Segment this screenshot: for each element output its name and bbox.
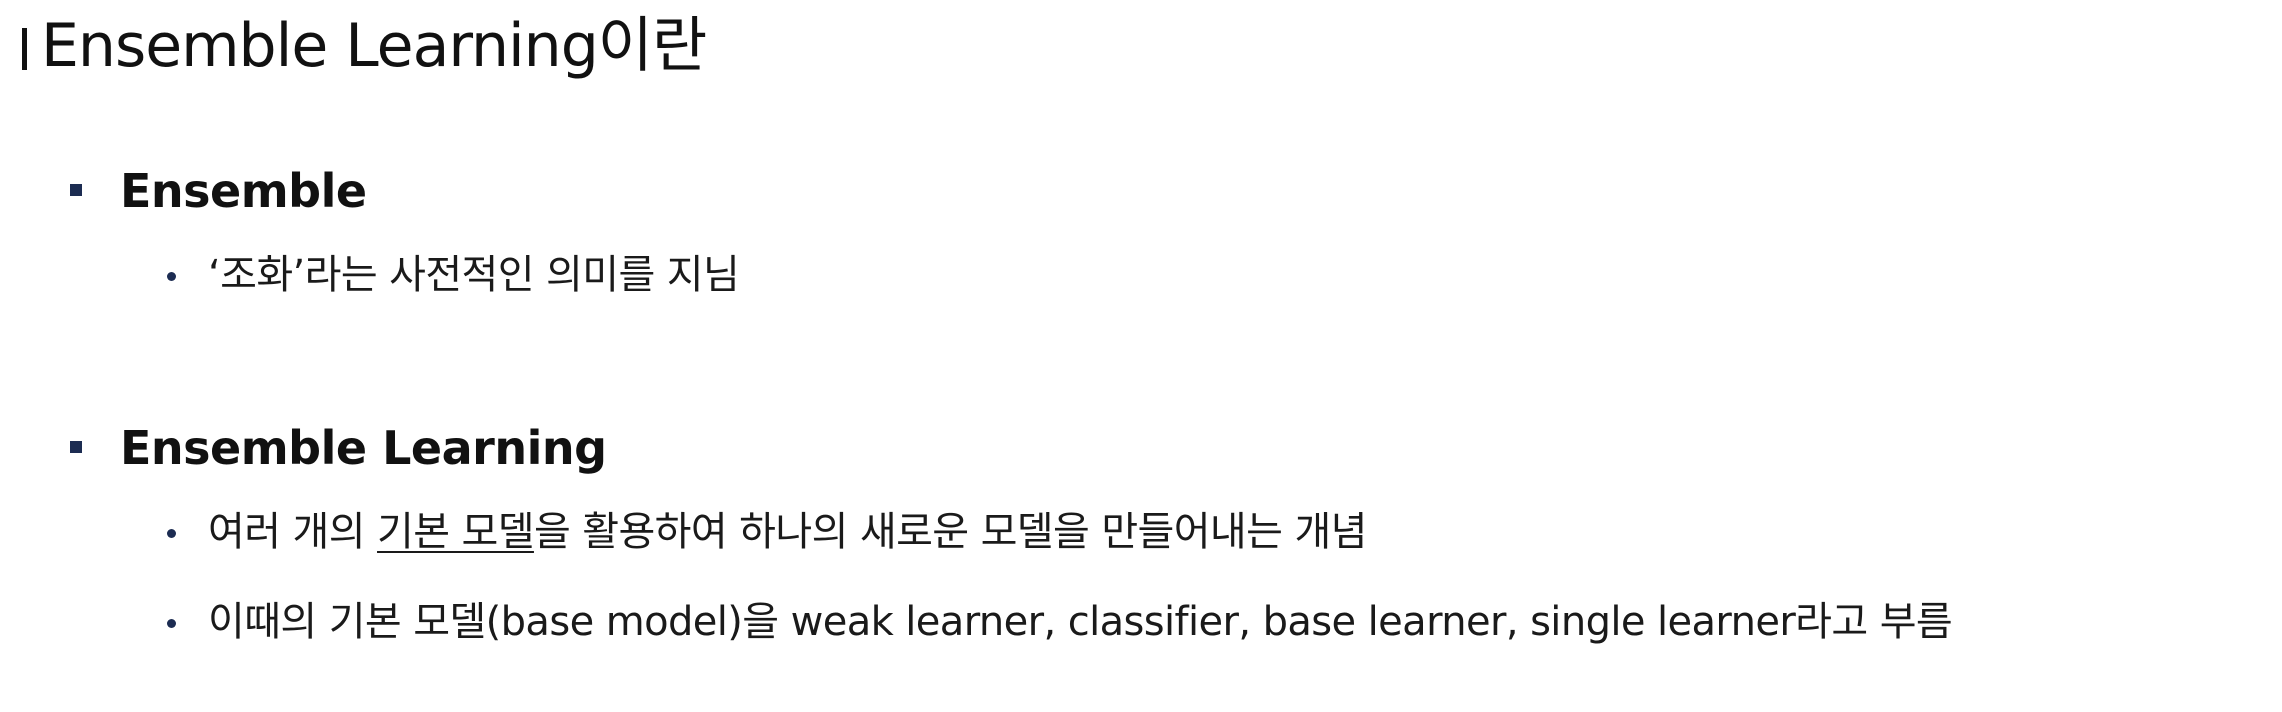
slide-title-text: Ensemble Learning이란: [41, 11, 707, 81]
square-bullet-icon: [70, 184, 82, 196]
section-heading: Ensemble Learning: [120, 421, 607, 475]
list-item: 이때의 기본 모델(base model)을 weak learner, cla…: [0, 594, 2282, 650]
list-item-text-post: 을 활용하여 하나의 새로운 모델을 만들어내는 개념: [533, 509, 1367, 555]
list-item: ‘조화’라는 사전적인 의미를 지님: [0, 247, 2282, 303]
dot-bullet-icon: [167, 529, 176, 538]
dot-bullet-icon: [167, 619, 176, 628]
list-item: 여러 개의 기본 모델을 활용하여 하나의 새로운 모델을 만들어내는 개념: [0, 504, 2282, 560]
list-item-text: 여러 개의 기본 모델을 활용하여 하나의 새로운 모델을 만들어내는 개념: [208, 504, 1367, 560]
section-heading-row: Ensemble: [0, 161, 2282, 221]
title-marker: [22, 28, 27, 70]
list-item-text-pre: 여러 개의: [208, 509, 378, 555]
list-item-text: 이때의 기본 모델(base model)을 weak learner, cla…: [208, 599, 1953, 645]
dot-bullet-icon: [167, 272, 176, 281]
square-bullet-icon: [70, 441, 82, 453]
section-heading-row: Ensemble Learning: [0, 418, 2282, 478]
list-item-text: ‘조화’라는 사전적인 의미를 지님: [208, 252, 740, 298]
slide-title: Ensemble Learning이란: [22, 6, 707, 86]
underlined-term: 기본 모델: [377, 509, 535, 555]
section-heading: Ensemble: [120, 164, 367, 218]
